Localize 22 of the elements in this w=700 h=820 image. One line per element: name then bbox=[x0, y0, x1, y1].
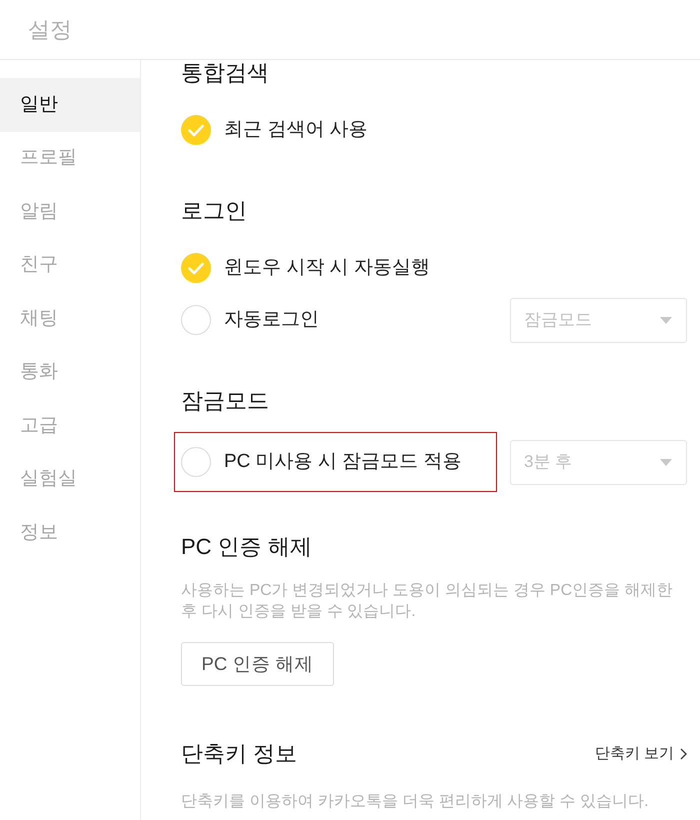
unlink-pc-button[interactable]: PC 인증 해제 bbox=[181, 642, 334, 686]
section-description: 단축키를 이용하여 카카오톡을 더욱 편리하게 사용할 수 있습니다. bbox=[181, 792, 650, 812]
chevron-right-icon bbox=[680, 748, 687, 760]
checkbox[interactable] bbox=[181, 305, 211, 335]
text-link[interactable]: 단축키 보기 bbox=[594, 742, 687, 766]
caret-down-icon bbox=[660, 316, 672, 324]
checkbox[interactable] bbox=[181, 115, 211, 145]
option-label: 자동로그인 bbox=[224, 308, 319, 332]
option-label: 윈도우 시작 시 자동실행 bbox=[224, 256, 430, 280]
section-description: 사용하는 PC가 변경되었거나 도용이 의심되는 경우 PC인증을 해제한 후 다시 인증을 받을 수 있습니다. bbox=[181, 581, 674, 622]
caret-down-icon bbox=[660, 458, 672, 466]
checkbox[interactable] bbox=[181, 253, 211, 283]
section-title: 잠금모드 bbox=[181, 389, 270, 413]
section-title: PC 인증 해제 bbox=[181, 535, 313, 559]
checkbox[interactable] bbox=[181, 447, 211, 477]
option-label: PC 미사용 시 잠금모드 적용 bbox=[224, 450, 462, 474]
option-label: 최근 검색어 사용 bbox=[224, 118, 368, 142]
sidebar-item[interactable]: 일반 bbox=[0, 78, 140, 132]
section-title: 단축키 정보 bbox=[181, 742, 298, 766]
section-title: 로그인 bbox=[181, 199, 248, 223]
section-title: 통합검색 bbox=[181, 61, 270, 85]
window-title: 설정 bbox=[28, 16, 72, 44]
